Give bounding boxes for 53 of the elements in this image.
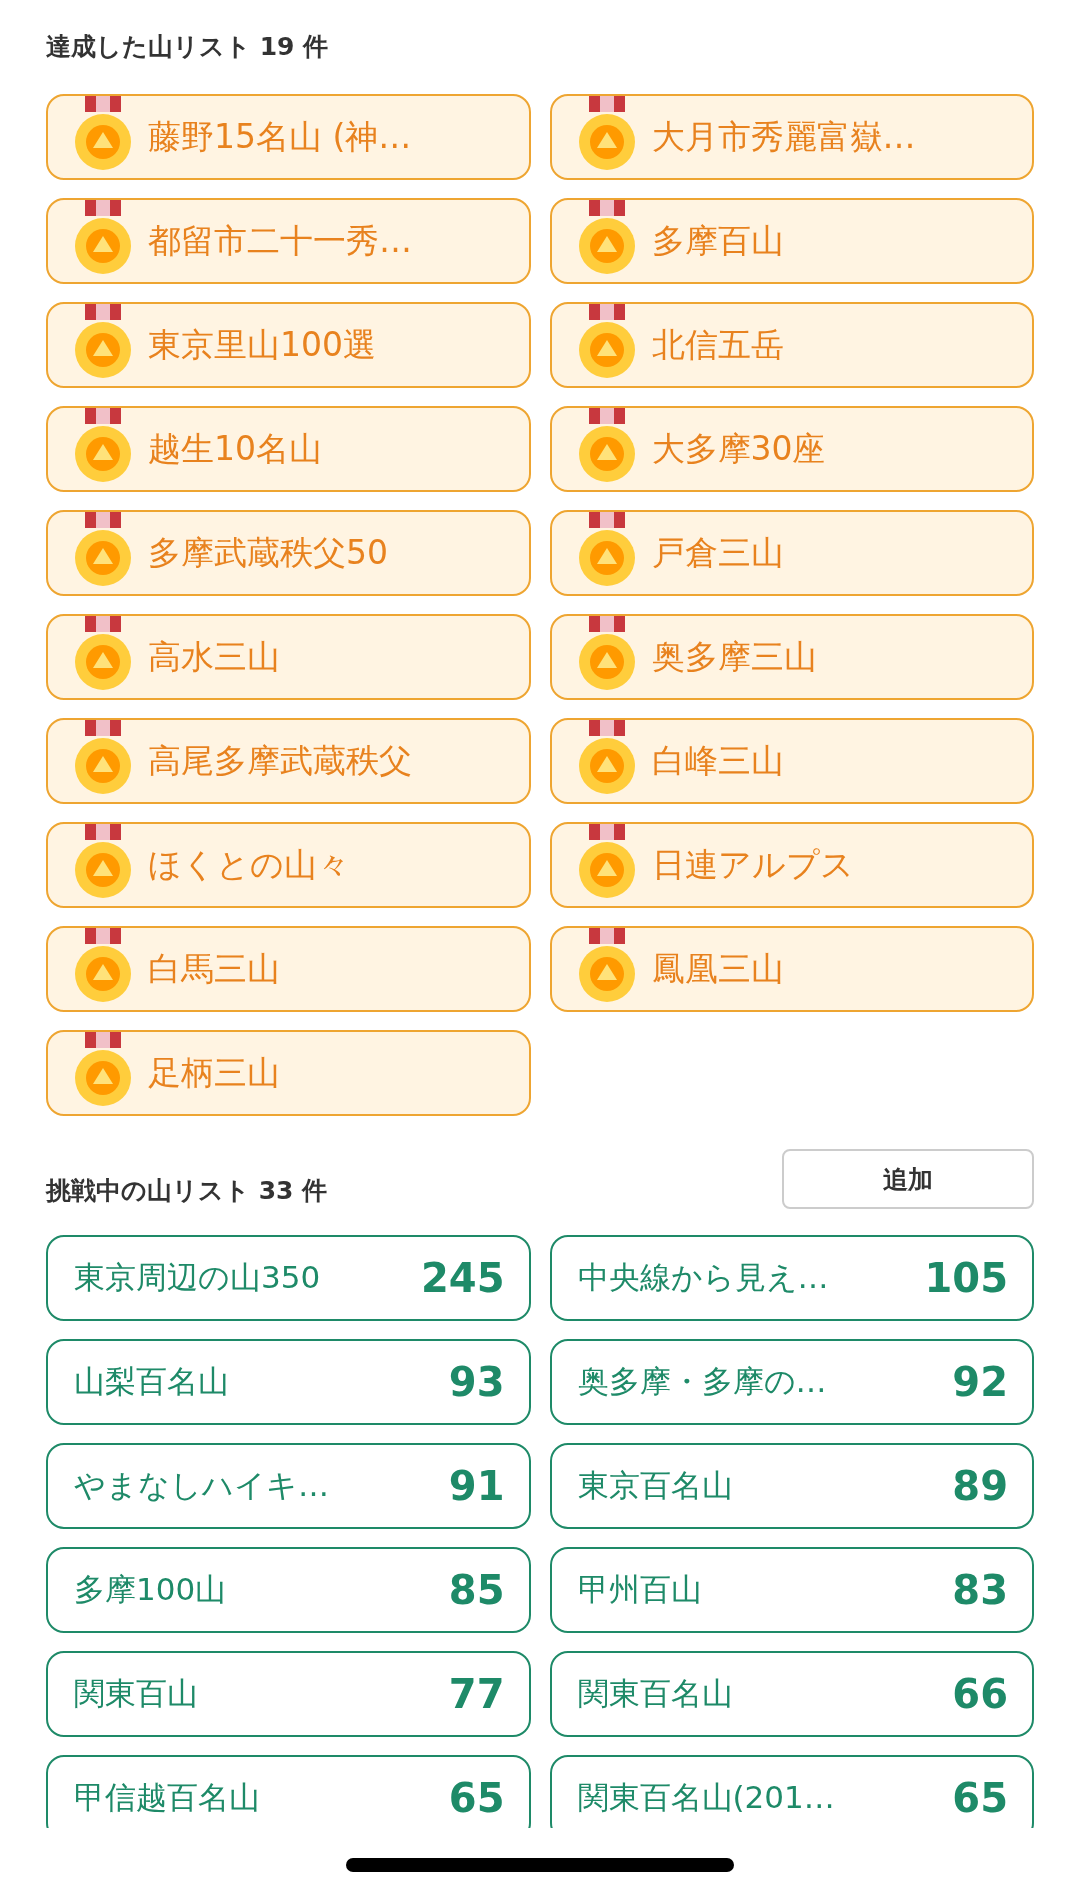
add-button[interactable]: 追加 [782, 1149, 1034, 1209]
medal-icon [577, 720, 636, 796]
challenge-list-card[interactable]: 奥多摩・多摩の… 92 [549, 1339, 1034, 1425]
medal-icon [577, 304, 636, 380]
completed-list-card[interactable]: ほくとの山々 [46, 822, 531, 908]
completed-list-card[interactable]: 足柄三山 [46, 1030, 531, 1116]
completed-list-card[interactable]: 越生10名山 [46, 406, 531, 492]
challenge-list-card[interactable]: 東京百名山 89 [549, 1443, 1034, 1529]
challenge-list-card[interactable]: やまなしハイキ… 91 [46, 1443, 531, 1529]
challenge-list-card[interactable]: 甲信越百名山 65 [46, 1755, 531, 1828]
medal-icon [74, 96, 132, 172]
completed-list-card[interactable]: 奥多摩三山 [549, 614, 1034, 700]
medal-icon [74, 720, 132, 796]
section-heading: 達成した山リスト 19 件 [46, 31, 330, 63]
challenge-list-card[interactable]: 甲州百山 83 [549, 1547, 1034, 1633]
completed-list-card[interactable]: 日連アルプス [549, 822, 1034, 908]
medal-icon [74, 616, 132, 692]
section-heading: 挑戦中の山リスト 33 件 [46, 1175, 328, 1207]
completed-list-card[interactable]: 藤野15名山 (神… [46, 94, 531, 180]
completed-list-card[interactable]: 鳳凰三山 [549, 926, 1034, 1012]
challenge-list-card[interactable]: 関東百山 77 [46, 1651, 531, 1737]
completed-list-card[interactable]: 多摩百山 [549, 198, 1034, 284]
medal-icon [577, 408, 636, 484]
completed-list-card[interactable]: 多摩武蔵秩父50 [46, 510, 531, 596]
medal-icon [74, 928, 132, 1004]
medal-icon [577, 200, 636, 276]
medal-icon [74, 512, 132, 588]
challenge-list-card[interactable]: 関東百名山(201… 65 [549, 1755, 1034, 1828]
medal-icon [74, 408, 132, 484]
challenge-list-card[interactable]: 中央線から見え… 105 [549, 1235, 1034, 1321]
medal-icon [577, 824, 636, 900]
completed-list-card[interactable]: 北信五岳 [549, 302, 1034, 388]
completed-list-card[interactable]: 戸倉三山 [549, 510, 1034, 596]
completed-list-card[interactable]: 白峰三山 [549, 718, 1034, 804]
challenge-list-card[interactable]: 東京周辺の山350 245 [46, 1235, 531, 1321]
medal-icon [577, 928, 636, 1004]
completed-list-card[interactable]: 東京里山100選 [46, 302, 531, 388]
medal-icon [577, 96, 636, 172]
challenge-list-card[interactable]: 関東百名山 66 [549, 1651, 1034, 1737]
challenge-list-card[interactable]: 山梨百名山 93 [46, 1339, 531, 1425]
medal-icon [577, 512, 636, 588]
challenge-list-card[interactable]: 多摩100山 85 [46, 1547, 531, 1633]
medal-icon [74, 200, 132, 276]
medal-icon [577, 616, 636, 692]
medal-icon [74, 824, 132, 900]
completed-list-card[interactable]: 大月市秀麗富嶽… [549, 94, 1034, 180]
completed-list-card[interactable]: 都留市二十一秀… [46, 198, 531, 284]
completed-list-card[interactable]: 白馬三山 [46, 926, 531, 1012]
completed-list-card[interactable]: 高水三山 [46, 614, 531, 700]
completed-list-card[interactable]: 大多摩30座 [549, 406, 1034, 492]
medal-icon [74, 1032, 132, 1108]
medal-icon [74, 304, 132, 380]
completed-list-card[interactable]: 高尾多摩武蔵秩父 [46, 718, 531, 804]
